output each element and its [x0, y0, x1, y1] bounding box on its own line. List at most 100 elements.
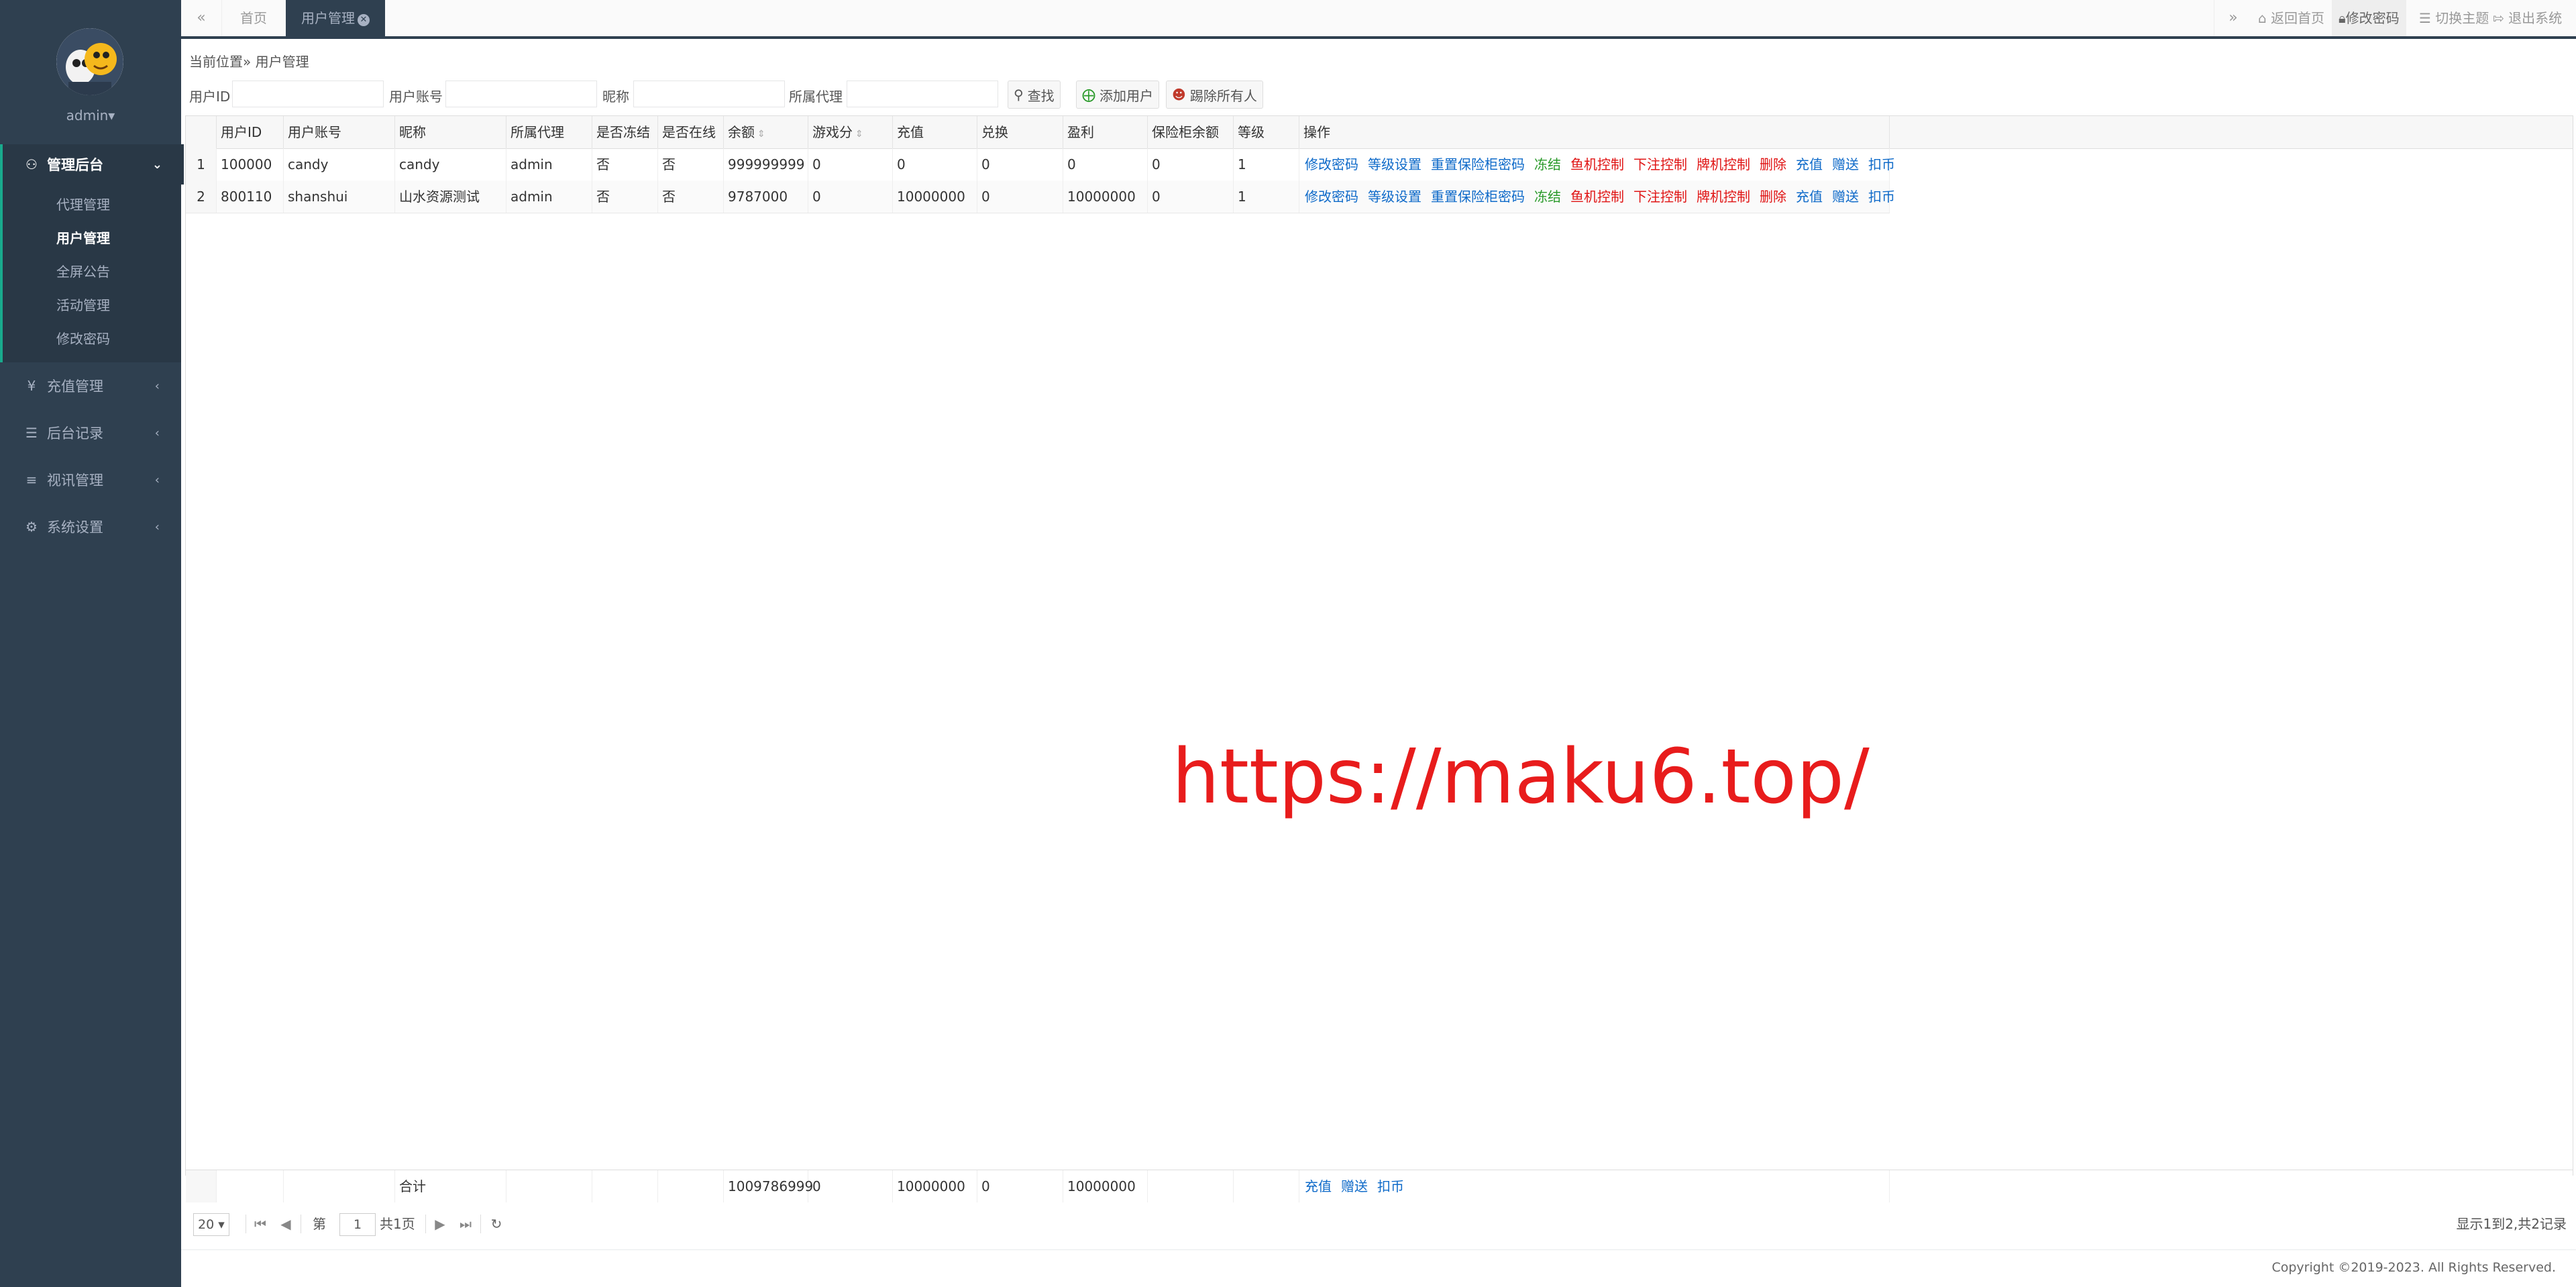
delete-link[interactable]: 删除 [1760, 156, 1786, 172]
footer-recharge: 10000000 [893, 1170, 977, 1202]
chevron-left-icon: ‹ [154, 472, 160, 487]
cell-user-id: 100000 [217, 148, 284, 181]
change-password-link[interactable]: 修改密码 [1305, 189, 1358, 205]
nav-group-video[interactable]: ≡ 视讯管理 ‹ [0, 460, 181, 500]
nav-group-logs[interactable]: ☰ 后台记录 ‹ [0, 413, 181, 453]
search-button[interactable]: ⚲ 查找 [1008, 81, 1061, 109]
add-icon: ⨁ [1082, 87, 1095, 103]
header-frozen[interactable]: 是否冻结 [592, 116, 658, 148]
last-page-icon[interactable]: ⏭︎ [456, 1209, 475, 1239]
fish-control-link[interactable]: 鱼机控制 [1570, 189, 1624, 205]
nav-group-recharge[interactable]: ¥ 充值管理 ‹ [0, 366, 181, 406]
bet-control-link[interactable]: 下注控制 [1633, 189, 1687, 205]
search-icon: ⚲ [1014, 87, 1024, 103]
gift-link[interactable]: 赠送 [1832, 156, 1859, 172]
nav-group-admin[interactable]: ⚇ 管理后台 ⌄ [0, 144, 184, 185]
footer-gift-link[interactable]: 赠送 [1341, 1178, 1368, 1194]
sidebar-item-announcement[interactable]: 全屏公告 [56, 261, 110, 280]
cell-online: 否 [658, 181, 724, 213]
header-level[interactable]: 等级 [1234, 116, 1299, 148]
refresh-icon[interactable]: ↻ [487, 1209, 506, 1239]
recharge-link[interactable]: 充值 [1796, 156, 1823, 172]
header-account[interactable]: 用户账号 [284, 116, 395, 148]
tab-scroll-right-button[interactable]: » [2214, 0, 2252, 36]
header-safe-balance[interactable]: 保险柜余额 [1148, 116, 1234, 148]
card-control-link[interactable]: 牌机控制 [1697, 189, 1750, 205]
tab-home[interactable]: 首页 [221, 0, 286, 36]
header-exchange[interactable]: 兑换 [977, 116, 1063, 148]
deduct-link[interactable]: 扣币 [1868, 189, 1895, 205]
table-row[interactable]: 2 800110 shanshui 山水资源测试 admin 否 否 97870… [186, 181, 1895, 213]
admin-username[interactable]: admin▾ [0, 107, 181, 123]
cell-safe-balance: 0 [1148, 148, 1234, 181]
cell-profit: 0 [1063, 148, 1148, 181]
delete-link[interactable]: 删除 [1760, 189, 1786, 205]
header-agent[interactable]: 所属代理 [506, 116, 592, 148]
nickname-input[interactable] [633, 81, 785, 107]
chevron-left-icon: ‹ [154, 378, 160, 393]
header-actions: 操作 [1299, 116, 1890, 148]
change-password-button[interactable]: 🔒︎修改密码 [2332, 0, 2406, 36]
sidebar-item-password[interactable]: 修改密码 [56, 328, 110, 348]
tab-user-management[interactable]: 用户管理 ✕ [286, 0, 385, 36]
reset-safe-password-link[interactable]: 重置保险柜密码 [1431, 156, 1525, 172]
switch-theme-button[interactable]: ☰ 切换主题 [2419, 0, 2489, 36]
cell-recharge: 0 [893, 148, 977, 181]
prev-page-icon[interactable]: ◀︎ [276, 1209, 295, 1239]
lock-icon: 🔒︎ [2339, 10, 2346, 26]
header-game-score[interactable]: 游戏分 ⇕ [808, 116, 893, 148]
table-row[interactable]: 1 100000 candy candy admin 否 否 999999999… [186, 148, 1895, 181]
avatar[interactable] [56, 28, 123, 95]
footer-recharge-link[interactable]: 充值 [1305, 1178, 1332, 1194]
logout-button[interactable]: ⇰ 退出系统 [2493, 0, 2562, 36]
freeze-link[interactable]: 冻结 [1534, 189, 1561, 205]
sidebar-item-agent[interactable]: 代理管理 [56, 194, 110, 213]
nav-group-label: 充值管理 [47, 378, 103, 395]
chevron-left-icon: ‹ [154, 425, 160, 440]
kick-all-button[interactable]: ☻ 踢除所有人 [1166, 81, 1263, 109]
change-password-link[interactable]: 修改密码 [1305, 156, 1358, 172]
page-size-select[interactable]: 20 ▾ [193, 1213, 229, 1236]
level-settings-link[interactable]: 等级设置 [1368, 156, 1421, 172]
home-icon: ⌂ [2258, 10, 2267, 26]
sidebar-item-activity[interactable]: 活动管理 [56, 295, 110, 314]
level-settings-link[interactable]: 等级设置 [1368, 189, 1421, 205]
nav-group-settings[interactable]: ⚙ 系统设置 ‹ [0, 507, 181, 547]
user-id-input[interactable] [232, 81, 384, 107]
add-user-button[interactable]: ⨁ 添加用户 [1076, 81, 1159, 109]
sidebar-item-users[interactable]: 用户管理 [56, 227, 110, 247]
gift-link[interactable]: 赠送 [1832, 189, 1859, 205]
tab-scroll-left-button[interactable]: « [181, 0, 222, 36]
divider [480, 1215, 481, 1233]
deduct-link[interactable]: 扣币 [1868, 156, 1895, 172]
header-balance[interactable]: 余额 ⇕ [724, 116, 808, 148]
agent-input[interactable] [847, 81, 998, 107]
sort-icon: ⇕ [855, 129, 863, 140]
return-home-button[interactable]: ⌂ 返回首页 [2258, 0, 2324, 36]
header-online[interactable]: 是否在线 [658, 116, 724, 148]
account-input[interactable] [445, 81, 597, 107]
next-page-icon[interactable]: ▶︎ [431, 1209, 449, 1239]
footer-blank [1234, 1170, 1299, 1202]
card-control-link[interactable]: 牌机控制 [1697, 156, 1750, 172]
footer-divider [181, 1249, 2576, 1250]
tab-label: 用户管理 [301, 10, 355, 26]
header-recharge[interactable]: 充值 [893, 116, 977, 148]
fish-control-link[interactable]: 鱼机控制 [1570, 156, 1624, 172]
bet-control-link[interactable]: 下注控制 [1633, 156, 1687, 172]
reset-safe-password-link[interactable]: 重置保险柜密码 [1431, 189, 1525, 205]
cell-game-score: 0 [808, 148, 893, 181]
header-user-id[interactable]: 用户ID [217, 116, 284, 148]
recharge-link[interactable]: 充值 [1796, 189, 1823, 205]
page-number-input[interactable]: 1 [339, 1213, 376, 1236]
freeze-link[interactable]: 冻结 [1534, 156, 1561, 172]
header-nickname[interactable]: 昵称 [395, 116, 506, 148]
close-icon[interactable]: ✕ [358, 14, 370, 26]
users-icon: ⚇ [25, 156, 38, 172]
first-page-icon[interactable]: ⏮︎ [251, 1209, 270, 1239]
header-profit[interactable]: 盈利 [1063, 116, 1148, 148]
footer-deduct-link[interactable]: 扣币 [1377, 1178, 1404, 1194]
watermark-text: https://maku6.top/ [1172, 733, 1870, 821]
list-icon: ☰ [2419, 10, 2431, 26]
change-password-label: 修改密码 [2345, 10, 2400, 26]
